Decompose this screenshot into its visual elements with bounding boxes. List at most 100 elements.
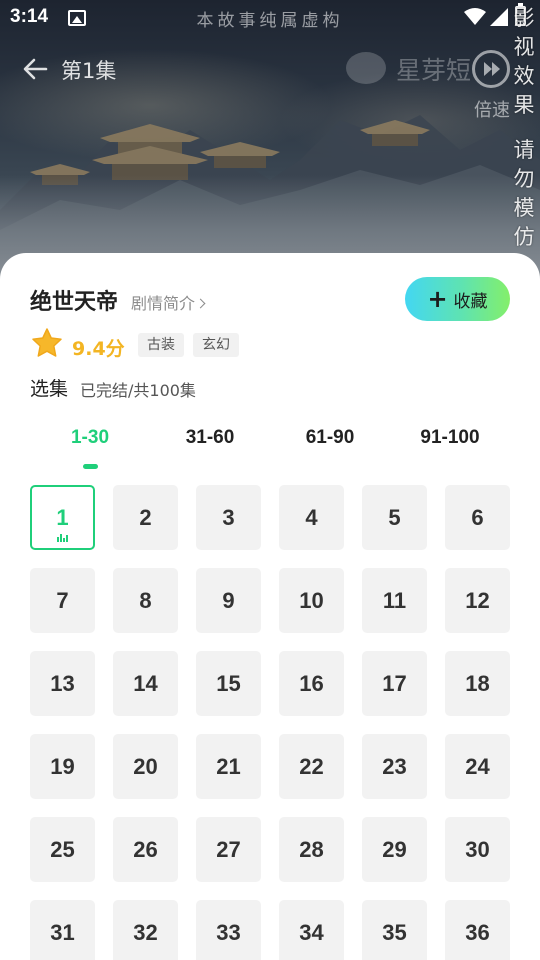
episode-number: 26 [133, 836, 158, 862]
episode-item[interactable]: 3 [196, 485, 261, 550]
episode-item[interactable]: 31 [30, 900, 95, 960]
back-arrow-icon[interactable] [20, 54, 50, 84]
episode-item[interactable]: 26 [113, 817, 178, 882]
episode-item[interactable]: 18 [445, 651, 510, 716]
synopsis-link[interactable]: 剧情简介 [131, 290, 206, 314]
episode-number: 14 [133, 670, 158, 696]
episode-item[interactable]: 2 [113, 485, 178, 550]
score: 9.4分 [72, 338, 125, 360]
side-notice-char: 模 [513, 196, 535, 220]
side-notice-char: 勿 [513, 167, 535, 191]
video-player[interactable]: 3:14 本故事纯属虚构 第1集 星芽短 倍速 影 视 效 果 请 勿 模 仿 [0, 0, 540, 290]
episode-number: 25 [50, 836, 75, 862]
range-tabs: 1-30 31-60 61-90 91-100 [30, 427, 510, 469]
side-notice-char: 效 [513, 64, 535, 88]
episode-item[interactable]: 11 [362, 568, 427, 633]
episode-item[interactable]: 27 [196, 817, 261, 882]
episode-item[interactable]: 20 [113, 734, 178, 799]
episode-item[interactable]: 25 [30, 817, 95, 882]
episode-number: 1 [56, 504, 69, 530]
episode-number: 36 [465, 919, 490, 945]
episode-item[interactable]: 19 [30, 734, 95, 799]
star-icon [32, 328, 62, 357]
side-notice-char: 影 [513, 6, 535, 30]
episode-item[interactable]: 29 [362, 817, 427, 882]
speed-icon[interactable] [472, 50, 510, 88]
episode-item[interactable]: 36 [445, 900, 510, 960]
episode-item[interactable]: 14 [113, 651, 178, 716]
episode-item[interactable]: 21 [196, 734, 261, 799]
favorite-button[interactable]: + 收藏 [405, 277, 510, 321]
episode-number: 35 [382, 919, 407, 945]
episode-number: 15 [216, 670, 241, 696]
episode-number: 13 [50, 670, 75, 696]
episode-item[interactable]: 9 [196, 568, 261, 633]
episode-item[interactable]: 13 [30, 651, 95, 716]
episode-number: 20 [133, 753, 158, 779]
tag: 古装 [138, 333, 184, 357]
synopsis-label: 剧情简介 [131, 294, 196, 313]
episode-sheet: 绝世天帝 剧情简介 + 收藏 9.4分 古装 玄幻 选集 已完结/共100集 1… [0, 253, 540, 960]
episode-number: 2 [139, 504, 152, 530]
episode-item[interactable]: 28 [279, 817, 344, 882]
episode-select-label: 选集 [30, 378, 69, 400]
chevron-right-icon [195, 298, 206, 309]
episode-title: 第1集 [61, 59, 117, 83]
episode-item[interactable]: 23 [362, 734, 427, 799]
episode-number: 16 [299, 670, 324, 696]
episode-item[interactable]: 30 [445, 817, 510, 882]
episode-number: 3 [222, 504, 235, 530]
episode-item[interactable]: 15 [196, 651, 261, 716]
tab-range[interactable]: 31-60 [150, 427, 270, 449]
tab-indicator [83, 464, 98, 469]
episode-number: 29 [382, 836, 407, 862]
episode-status: 已完结/共100集 [80, 381, 196, 400]
side-notice-char: 视 [513, 35, 535, 59]
episode-number: 9 [222, 587, 235, 613]
tab-range[interactable]: 1-30 [30, 427, 150, 449]
episode-number: 10 [299, 587, 324, 613]
episode-item[interactable]: 10 [279, 568, 344, 633]
episode-item[interactable]: 8 [113, 568, 178, 633]
episode-item[interactable]: 6 [445, 485, 510, 550]
disclaimer-text: 本故事纯属虚构 [196, 11, 344, 31]
episode-number: 7 [56, 587, 69, 613]
episode-item[interactable]: 32 [113, 900, 178, 960]
episode-number: 18 [465, 670, 490, 696]
episode-item[interactable]: 4 [279, 485, 344, 550]
episode-number: 24 [465, 753, 490, 779]
episode-number: 17 [382, 670, 407, 696]
episode-item[interactable]: 12 [445, 568, 510, 633]
episode-item[interactable]: 22 [279, 734, 344, 799]
watermark-text: 星芽短 [396, 56, 472, 85]
episode-number: 22 [299, 753, 324, 779]
episode-item[interactable]: 5 [362, 485, 427, 550]
episode-number: 28 [299, 836, 324, 862]
episode-item[interactable]: 17 [362, 651, 427, 716]
episode-number: 12 [465, 587, 490, 613]
episode-item[interactable]: 1 [30, 485, 95, 550]
tag: 玄幻 [193, 333, 239, 357]
episode-item[interactable]: 35 [362, 900, 427, 960]
side-notice-char: 仿 [513, 225, 535, 249]
tab-range[interactable]: 61-90 [270, 427, 390, 449]
episode-item[interactable]: 34 [279, 900, 344, 960]
episode-number: 30 [465, 836, 490, 862]
speed-label[interactable]: 倍速 [474, 96, 510, 122]
episode-number: 6 [471, 504, 484, 530]
episode-item[interactable]: 33 [196, 900, 261, 960]
episode-item[interactable]: 24 [445, 734, 510, 799]
drama-title: 绝世天帝 [30, 290, 119, 315]
episode-number: 4 [305, 504, 318, 530]
episode-number: 23 [382, 753, 407, 779]
episode-item[interactable]: 7 [30, 568, 95, 633]
side-notice-char: 请 [513, 138, 535, 162]
side-notice-char: 果 [513, 93, 535, 117]
tab-range[interactable]: 91-100 [390, 427, 510, 449]
episode-number: 21 [216, 753, 241, 779]
episode-number: 31 [50, 919, 75, 945]
episode-number: 11 [382, 587, 407, 613]
episode-number: 32 [133, 919, 158, 945]
episode-item[interactable]: 16 [279, 651, 344, 716]
playing-bars-icon [57, 534, 70, 542]
